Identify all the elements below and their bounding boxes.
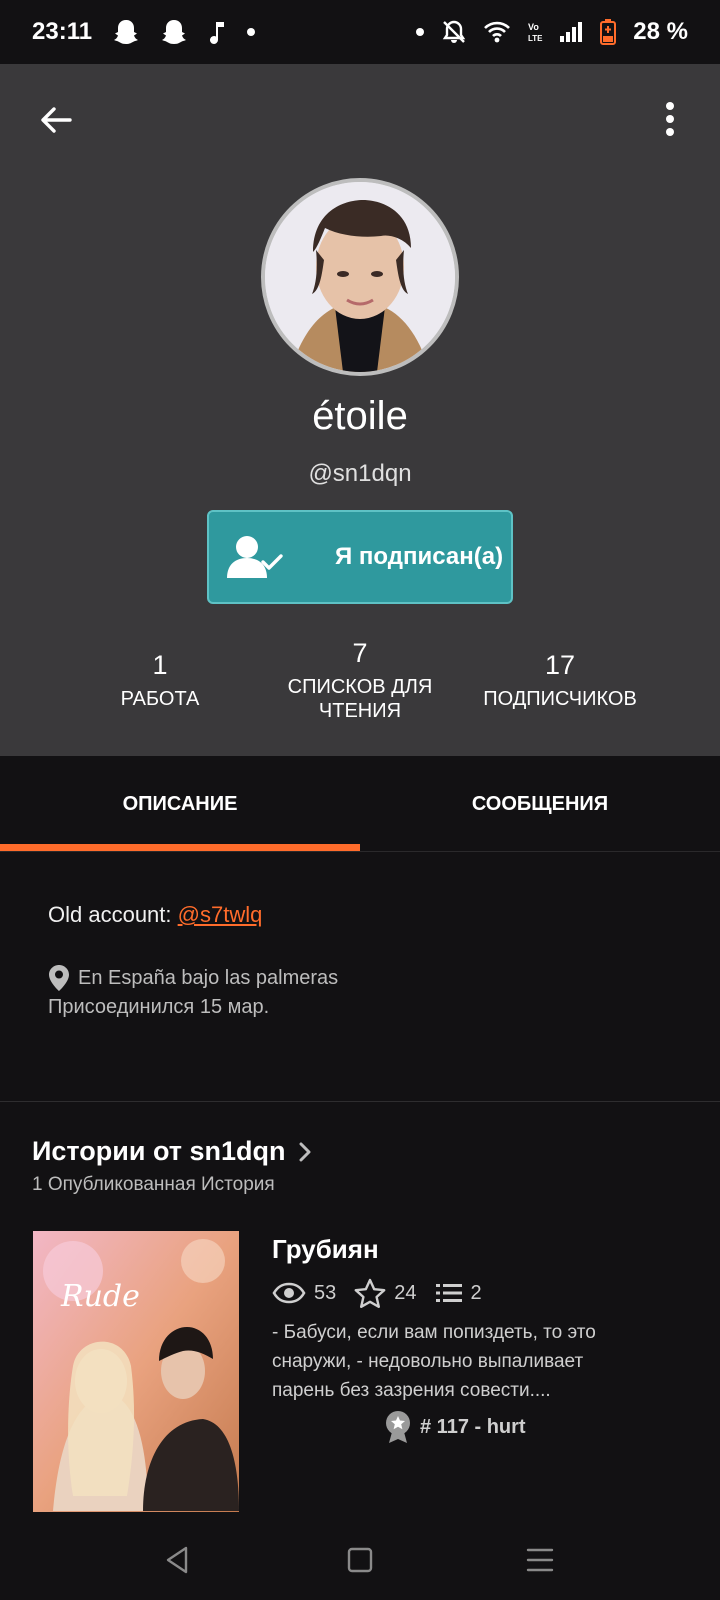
more-options-button[interactable] xyxy=(660,100,680,140)
nav-home-button[interactable] xyxy=(344,1544,376,1576)
story-votes: 24 xyxy=(354,1278,417,1308)
svg-text:Rude: Rude xyxy=(60,1279,140,1314)
more-vertical-icon xyxy=(666,102,674,136)
stories-title: Истории от sn1dqn xyxy=(32,1136,286,1166)
story-title[interactable]: Грубиян xyxy=(272,1234,379,1265)
triangle-back-icon xyxy=(166,1546,188,1574)
story-description-line2: снаружи, - недовольно выпаливает xyxy=(272,1351,584,1372)
joined-date: Присоединился 15 мар. xyxy=(48,996,270,1018)
user-check-icon xyxy=(227,536,283,578)
tab-messages[interactable]: СООБЩЕНИЯ xyxy=(360,756,720,852)
story-description: - Бабуси, если вам попиздеть, то это сна… xyxy=(272,1318,652,1405)
eye-icon xyxy=(272,1282,306,1304)
stat-works[interactable]: 1 РАБОТА xyxy=(80,650,240,711)
story-stats: 53 24 2 xyxy=(272,1278,490,1308)
stat-reading-lists-number: 7 xyxy=(352,638,368,668)
avatar xyxy=(261,178,459,376)
divider xyxy=(0,1101,720,1102)
location-text: En España bajo las palmeras xyxy=(78,966,339,989)
square-home-icon xyxy=(347,1547,373,1573)
active-tab-indicator xyxy=(0,844,360,851)
svg-text:Vo: Vo xyxy=(528,22,539,32)
battery-percent: 28 % xyxy=(633,18,688,45)
story-votes-count: 24 xyxy=(394,1281,417,1304)
following-button[interactable]: Я подписан(а) xyxy=(207,510,513,604)
signal-icon xyxy=(559,21,583,43)
system-navigation-bar xyxy=(0,1520,720,1600)
stat-reading-lists-label-line1: СПИСКОВ ДЛЯ xyxy=(287,676,433,698)
stories-count: 1 Опубликованная История xyxy=(32,1174,275,1195)
dot-icon xyxy=(415,27,425,37)
list-icon xyxy=(435,1284,462,1302)
snapchat-icon xyxy=(112,19,140,45)
stat-works-label: РАБОТА xyxy=(120,688,200,710)
tab-about[interactable]: ОПИСАНИЕ xyxy=(0,756,360,852)
stat-reading-lists[interactable]: 7 СПИСКОВ ДЛЯ ЧТЕНИЯ xyxy=(270,638,450,723)
status-bar: 23:11 Vo LTE 28 % xyxy=(0,0,720,64)
story-reads: 53 xyxy=(272,1282,336,1305)
menu-lines-icon xyxy=(526,1548,554,1572)
music-note-icon xyxy=(208,20,226,44)
story-parts-count: 2 xyxy=(470,1281,482,1304)
old-account-label: Old account: xyxy=(48,902,178,927)
stories-header[interactable]: Истории от sn1dqn xyxy=(32,1136,312,1167)
story-description-line3: парень без зазрения совести.... xyxy=(272,1380,551,1401)
story-parts: 2 xyxy=(435,1282,482,1305)
wifi-icon xyxy=(483,20,511,44)
bell-off-icon xyxy=(441,19,467,45)
stat-followers[interactable]: 17 ПОДПИСЧИКОВ xyxy=(470,650,650,711)
story-reads-count: 53 xyxy=(314,1281,337,1304)
arrow-left-icon xyxy=(41,107,72,133)
status-time: 23:11 xyxy=(32,18,93,45)
stat-followers-label: ПОДПИСЧИКОВ xyxy=(483,688,637,710)
profile-header: étoile @sn1dqn Я подписан(а) 1 РАБОТА 7 … xyxy=(0,64,720,756)
display-name: étoile xyxy=(312,394,408,438)
story-rank-text: # 117 - hurt xyxy=(420,1415,526,1438)
stat-reading-lists-label-line2: ЧТЕНИЯ xyxy=(318,700,402,722)
about-old-account: Old account: @s7twlq xyxy=(48,902,262,928)
svg-text:LTE: LTE xyxy=(528,34,543,43)
stat-works-number: 1 xyxy=(152,650,168,680)
back-button[interactable] xyxy=(36,100,76,140)
old-account-link[interactable]: @s7twlq xyxy=(178,902,263,927)
nav-back-button[interactable] xyxy=(162,1544,194,1576)
nav-recents-button[interactable] xyxy=(524,1544,556,1576)
username: @sn1dqn xyxy=(308,460,412,487)
profile-tabs: ОПИСАНИЕ СООБЩЕНИЯ xyxy=(0,756,720,852)
story-rank[interactable]: # 117 - hurt xyxy=(384,1410,526,1444)
stat-followers-number: 17 xyxy=(544,650,576,680)
location: En España bajo las palmeras xyxy=(48,964,338,992)
location-pin-icon xyxy=(49,965,69,991)
star-icon xyxy=(354,1278,386,1308)
dot-icon xyxy=(246,27,256,37)
battery-icon xyxy=(599,18,617,46)
ranking-badge-icon xyxy=(386,1411,410,1443)
story-description-line1: - Бабуси, если вам попиздеть, то это xyxy=(272,1322,596,1343)
volte-icon: Vo LTE xyxy=(527,21,543,43)
chevron-right-icon xyxy=(299,1142,311,1161)
story-cover-image[interactable]: Rude xyxy=(33,1231,239,1512)
snapchat-icon xyxy=(160,19,188,45)
following-button-label: Я подписан(а) xyxy=(335,543,504,570)
